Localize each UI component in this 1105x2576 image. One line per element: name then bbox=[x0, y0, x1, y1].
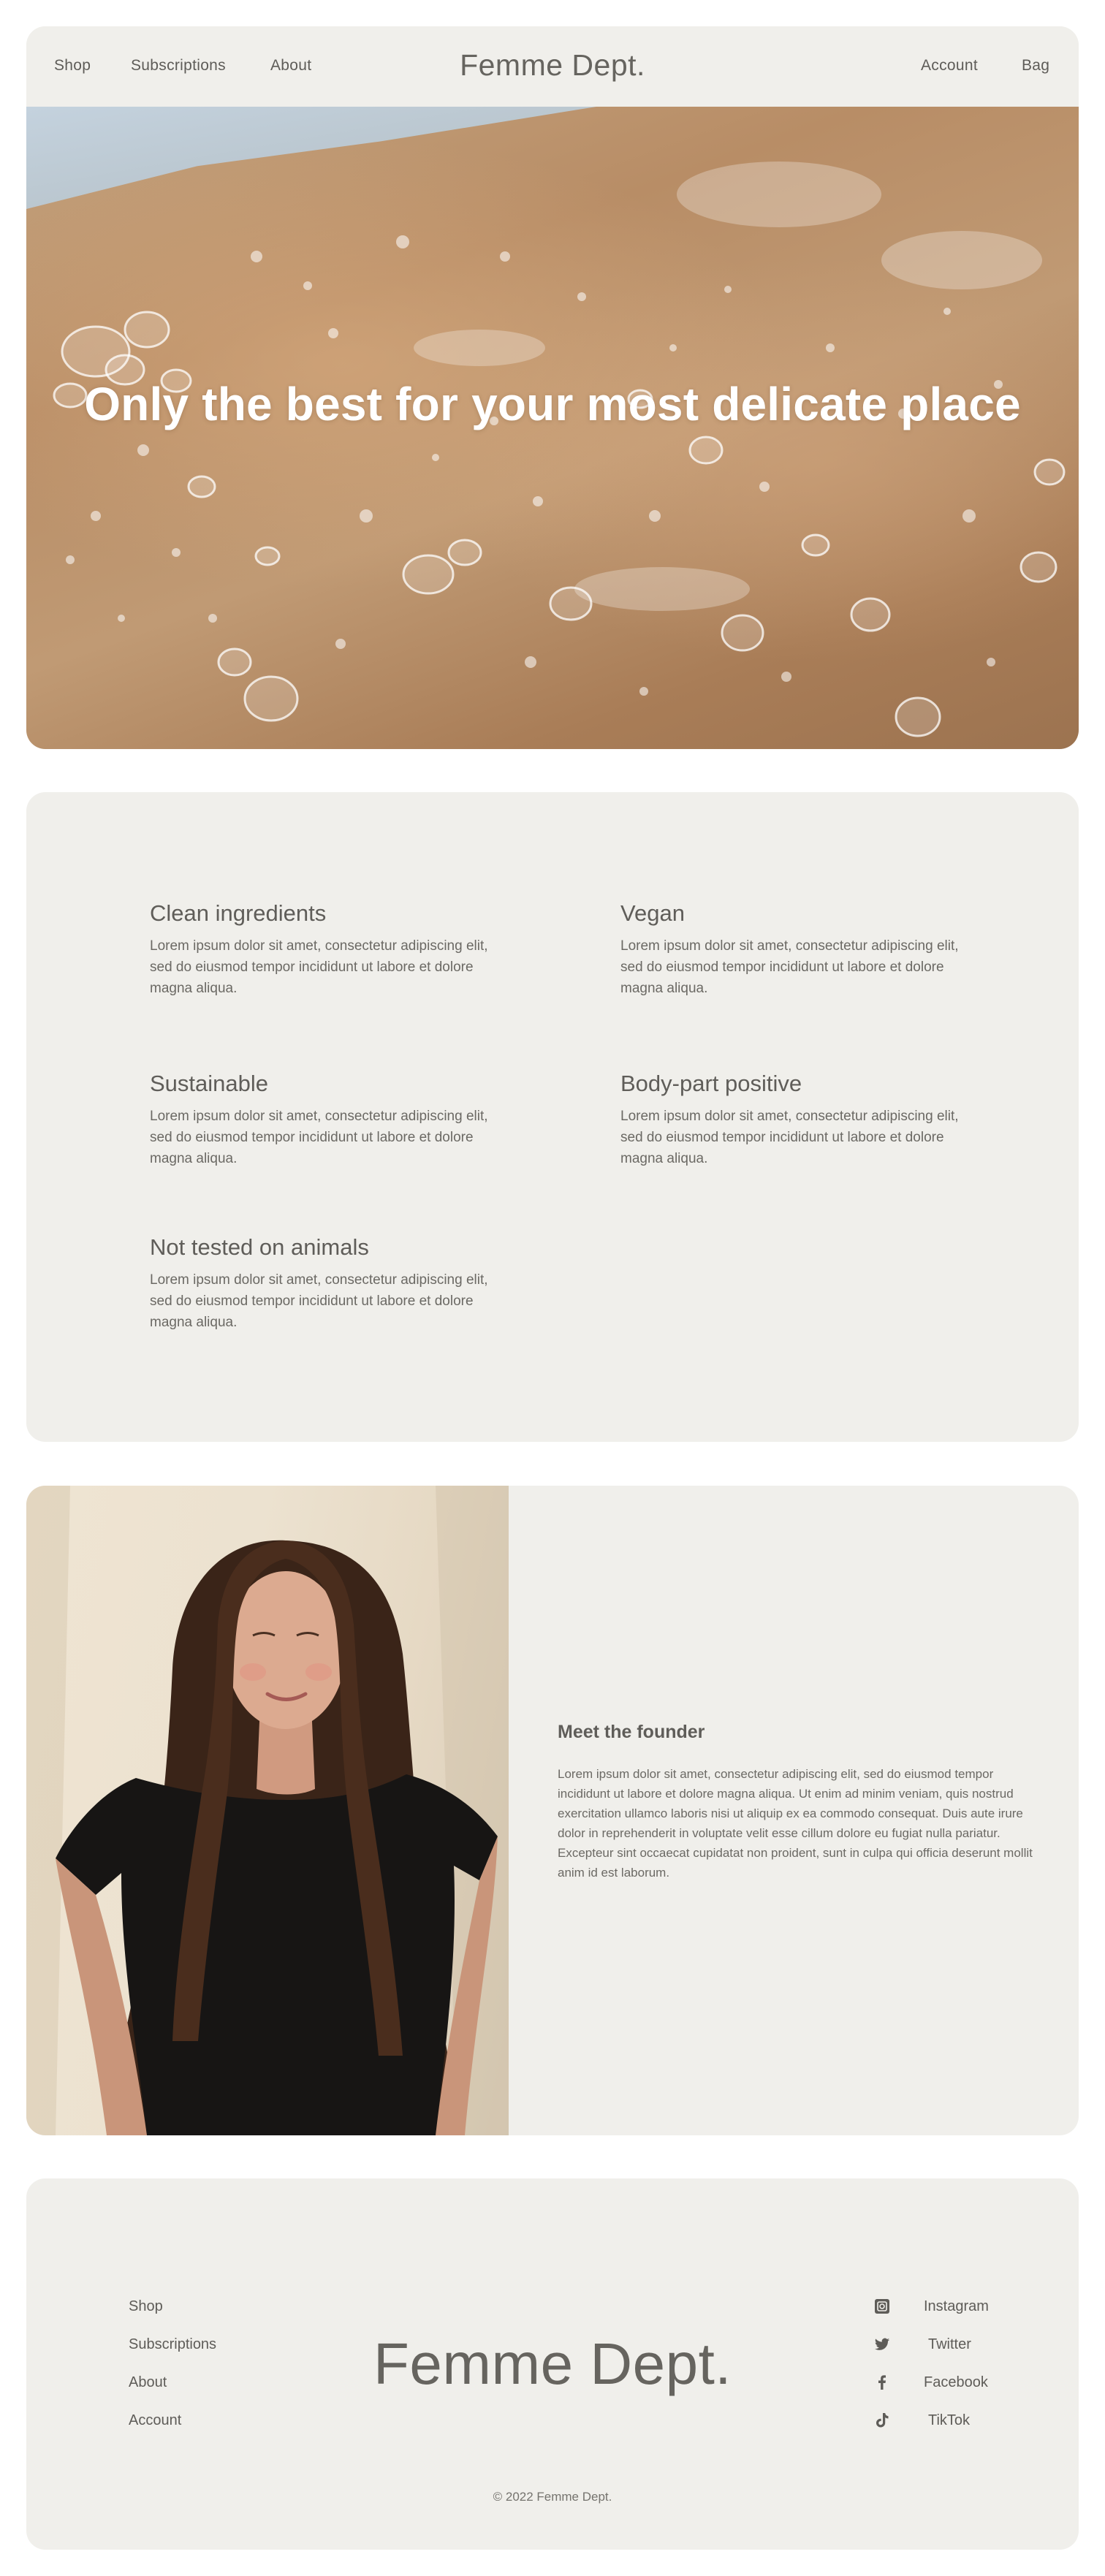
top-navigation: Shop Subscriptions About Femme Dept. Acc… bbox=[26, 26, 1079, 107]
value-title: Body-part positive bbox=[620, 1071, 802, 1096]
value-item-sustainable: Sustainable Lorem ipsum dolor sit amet, … bbox=[150, 1071, 493, 1169]
header-hero-card: Shop Subscriptions About Femme Dept. Acc… bbox=[26, 26, 1079, 749]
social-label: TikTok bbox=[928, 2412, 971, 2428]
value-title: Sustainable bbox=[150, 1071, 269, 1096]
value-title: Clean ingredients bbox=[150, 900, 327, 926]
facebook-icon bbox=[878, 2375, 886, 2390]
social-link-tiktok[interactable]: TikTok bbox=[874, 2411, 1006, 2433]
value-title: Vegan bbox=[620, 900, 685, 926]
value-description: Lorem ipsum dolor sit amet, consectetur … bbox=[620, 1109, 959, 1166]
footer-shop-link[interactable]: Shop bbox=[129, 2298, 163, 2315]
founder-section: Meet the founder Lorem ipsum dolor sit a… bbox=[26, 1486, 1079, 2135]
value-description: Lorem ipsum dolor sit amet, consectetur … bbox=[620, 938, 959, 996]
footer-account-link[interactable]: Account bbox=[129, 2412, 181, 2429]
value-description: Lorem ipsum dolor sit amet, consectetur … bbox=[150, 938, 488, 996]
hero-headline: Only the best for your most delicate pla… bbox=[84, 378, 1021, 430]
nav-account-link[interactable]: Account bbox=[921, 57, 978, 75]
founder-portrait-image bbox=[26, 1486, 509, 2135]
social-link-facebook[interactable]: Facebook bbox=[874, 2373, 1006, 2395]
value-item-body-part-positive: Body-part positive Lorem ipsum dolor sit… bbox=[620, 1071, 964, 1169]
social-link-twitter[interactable]: Twitter bbox=[874, 2335, 1006, 2357]
value-description: Lorem ipsum dolor sit amet, consectetur … bbox=[150, 1109, 488, 1166]
social-label: Facebook bbox=[924, 2374, 988, 2390]
social-link-instagram[interactable]: Instagram bbox=[874, 2297, 1006, 2319]
tiktok-icon bbox=[876, 2413, 889, 2428]
values-section: Clean ingredients Lorem ipsum dolor sit … bbox=[26, 792, 1079, 1442]
hero-banner: Only the best for your most delicate pla… bbox=[26, 107, 1079, 749]
social-label: Instagram bbox=[924, 2298, 989, 2314]
twitter-icon bbox=[874, 2338, 890, 2350]
value-title: Not tested on animals bbox=[150, 1234, 369, 1260]
copyright-text: © 2022 Femme Dept. bbox=[493, 2490, 612, 2504]
footer: Shop Subscriptions About Account Femme D… bbox=[26, 2178, 1079, 2550]
instagram-icon bbox=[875, 2299, 889, 2314]
value-item-clean-ingredients: Clean ingredients Lorem ipsum dolor sit … bbox=[150, 900, 493, 999]
social-label: Twitter bbox=[928, 2336, 971, 2352]
founder-bio: Lorem ipsum dolor sit amet, consectetur … bbox=[558, 1767, 1033, 1880]
value-item-vegan: Vegan Lorem ipsum dolor sit amet, consec… bbox=[620, 900, 964, 999]
value-item-not-tested-on-animals: Not tested on animals Lorem ipsum dolor … bbox=[150, 1234, 493, 1333]
value-description: Lorem ipsum dolor sit amet, consectetur … bbox=[150, 1272, 488, 1330]
nav-bag-link[interactable]: Bag bbox=[1022, 57, 1049, 75]
founder-heading: Meet the founder bbox=[558, 1722, 705, 1742]
